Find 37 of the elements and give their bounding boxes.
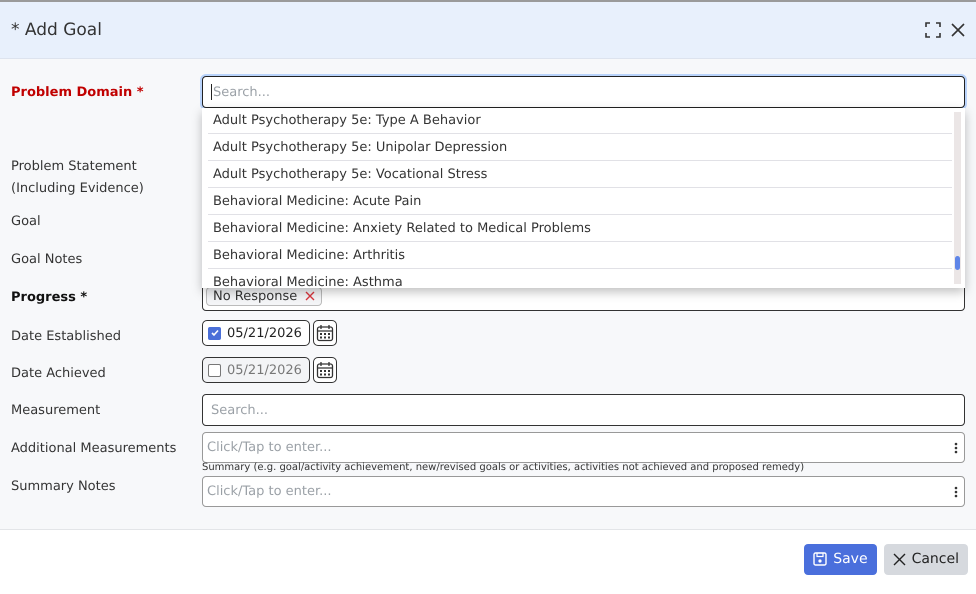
scrollbar[interactable] (954, 112, 961, 284)
dropdown-option[interactable]: Adult Psychotherapy 5e: Unipolar Depression (208, 134, 952, 161)
checkbox[interactable] (208, 364, 221, 376)
field-label: Problem Domain * (11, 84, 145, 102)
field-label: Date Established (11, 328, 122, 346)
field-caption: Summary (e.g. goal/activity achievement, new/revised goals or activities, activities not achieved and proposed remedy) (202, 462, 806, 473)
field-label: Problem Statement (Including Evidence) (11, 158, 145, 198)
calendar-icon (316, 324, 334, 342)
field-label: Summary Notes (11, 478, 117, 496)
close-icon (892, 552, 906, 566)
field-label: Goal Notes (11, 251, 84, 269)
field-label: Additional Measurements (11, 440, 178, 458)
field-label: Progress * (11, 289, 88, 307)
more-icon[interactable] (954, 486, 958, 498)
maximize-icon[interactable] (925, 22, 941, 38)
checkbox[interactable] (208, 326, 221, 340)
dropdown-option[interactable]: Behavioral Medicine: Anxiety Related to Medical Problems (208, 215, 952, 242)
close-icon[interactable] (951, 23, 965, 37)
calendar-button[interactable] (313, 320, 337, 346)
date-field[interactable]: 05/21/2026 (202, 320, 310, 346)
check-icon (210, 328, 220, 338)
calendar-button[interactable] (313, 357, 337, 383)
dropdown-option[interactable]: Adult Psychotherapy 5e: Vocational Stress (208, 161, 952, 188)
dropdown-option[interactable]: Adult Psychotherapy 5e: Type A Behavior (208, 108, 952, 134)
field-label: Date Achieved (11, 365, 107, 383)
field-label: Goal (11, 213, 42, 231)
field-label: Measurement (11, 402, 102, 420)
calendar-icon (316, 361, 334, 379)
cancel-button[interactable]: Cancel (884, 544, 968, 574)
dropdown-option[interactable]: Behavioral Medicine: Acute Pain (208, 188, 952, 215)
date-field[interactable]: 05/21/2026 (202, 357, 310, 383)
dialog-title: * Add Goal (11, 20, 102, 40)
dropdown-option[interactable]: Behavioral Medicine: Arthritis (208, 242, 952, 269)
remove-icon[interactable] (305, 291, 316, 301)
save-button[interactable]: Save (804, 544, 877, 574)
save-icon (813, 552, 828, 566)
more-icon[interactable] (954, 442, 958, 454)
